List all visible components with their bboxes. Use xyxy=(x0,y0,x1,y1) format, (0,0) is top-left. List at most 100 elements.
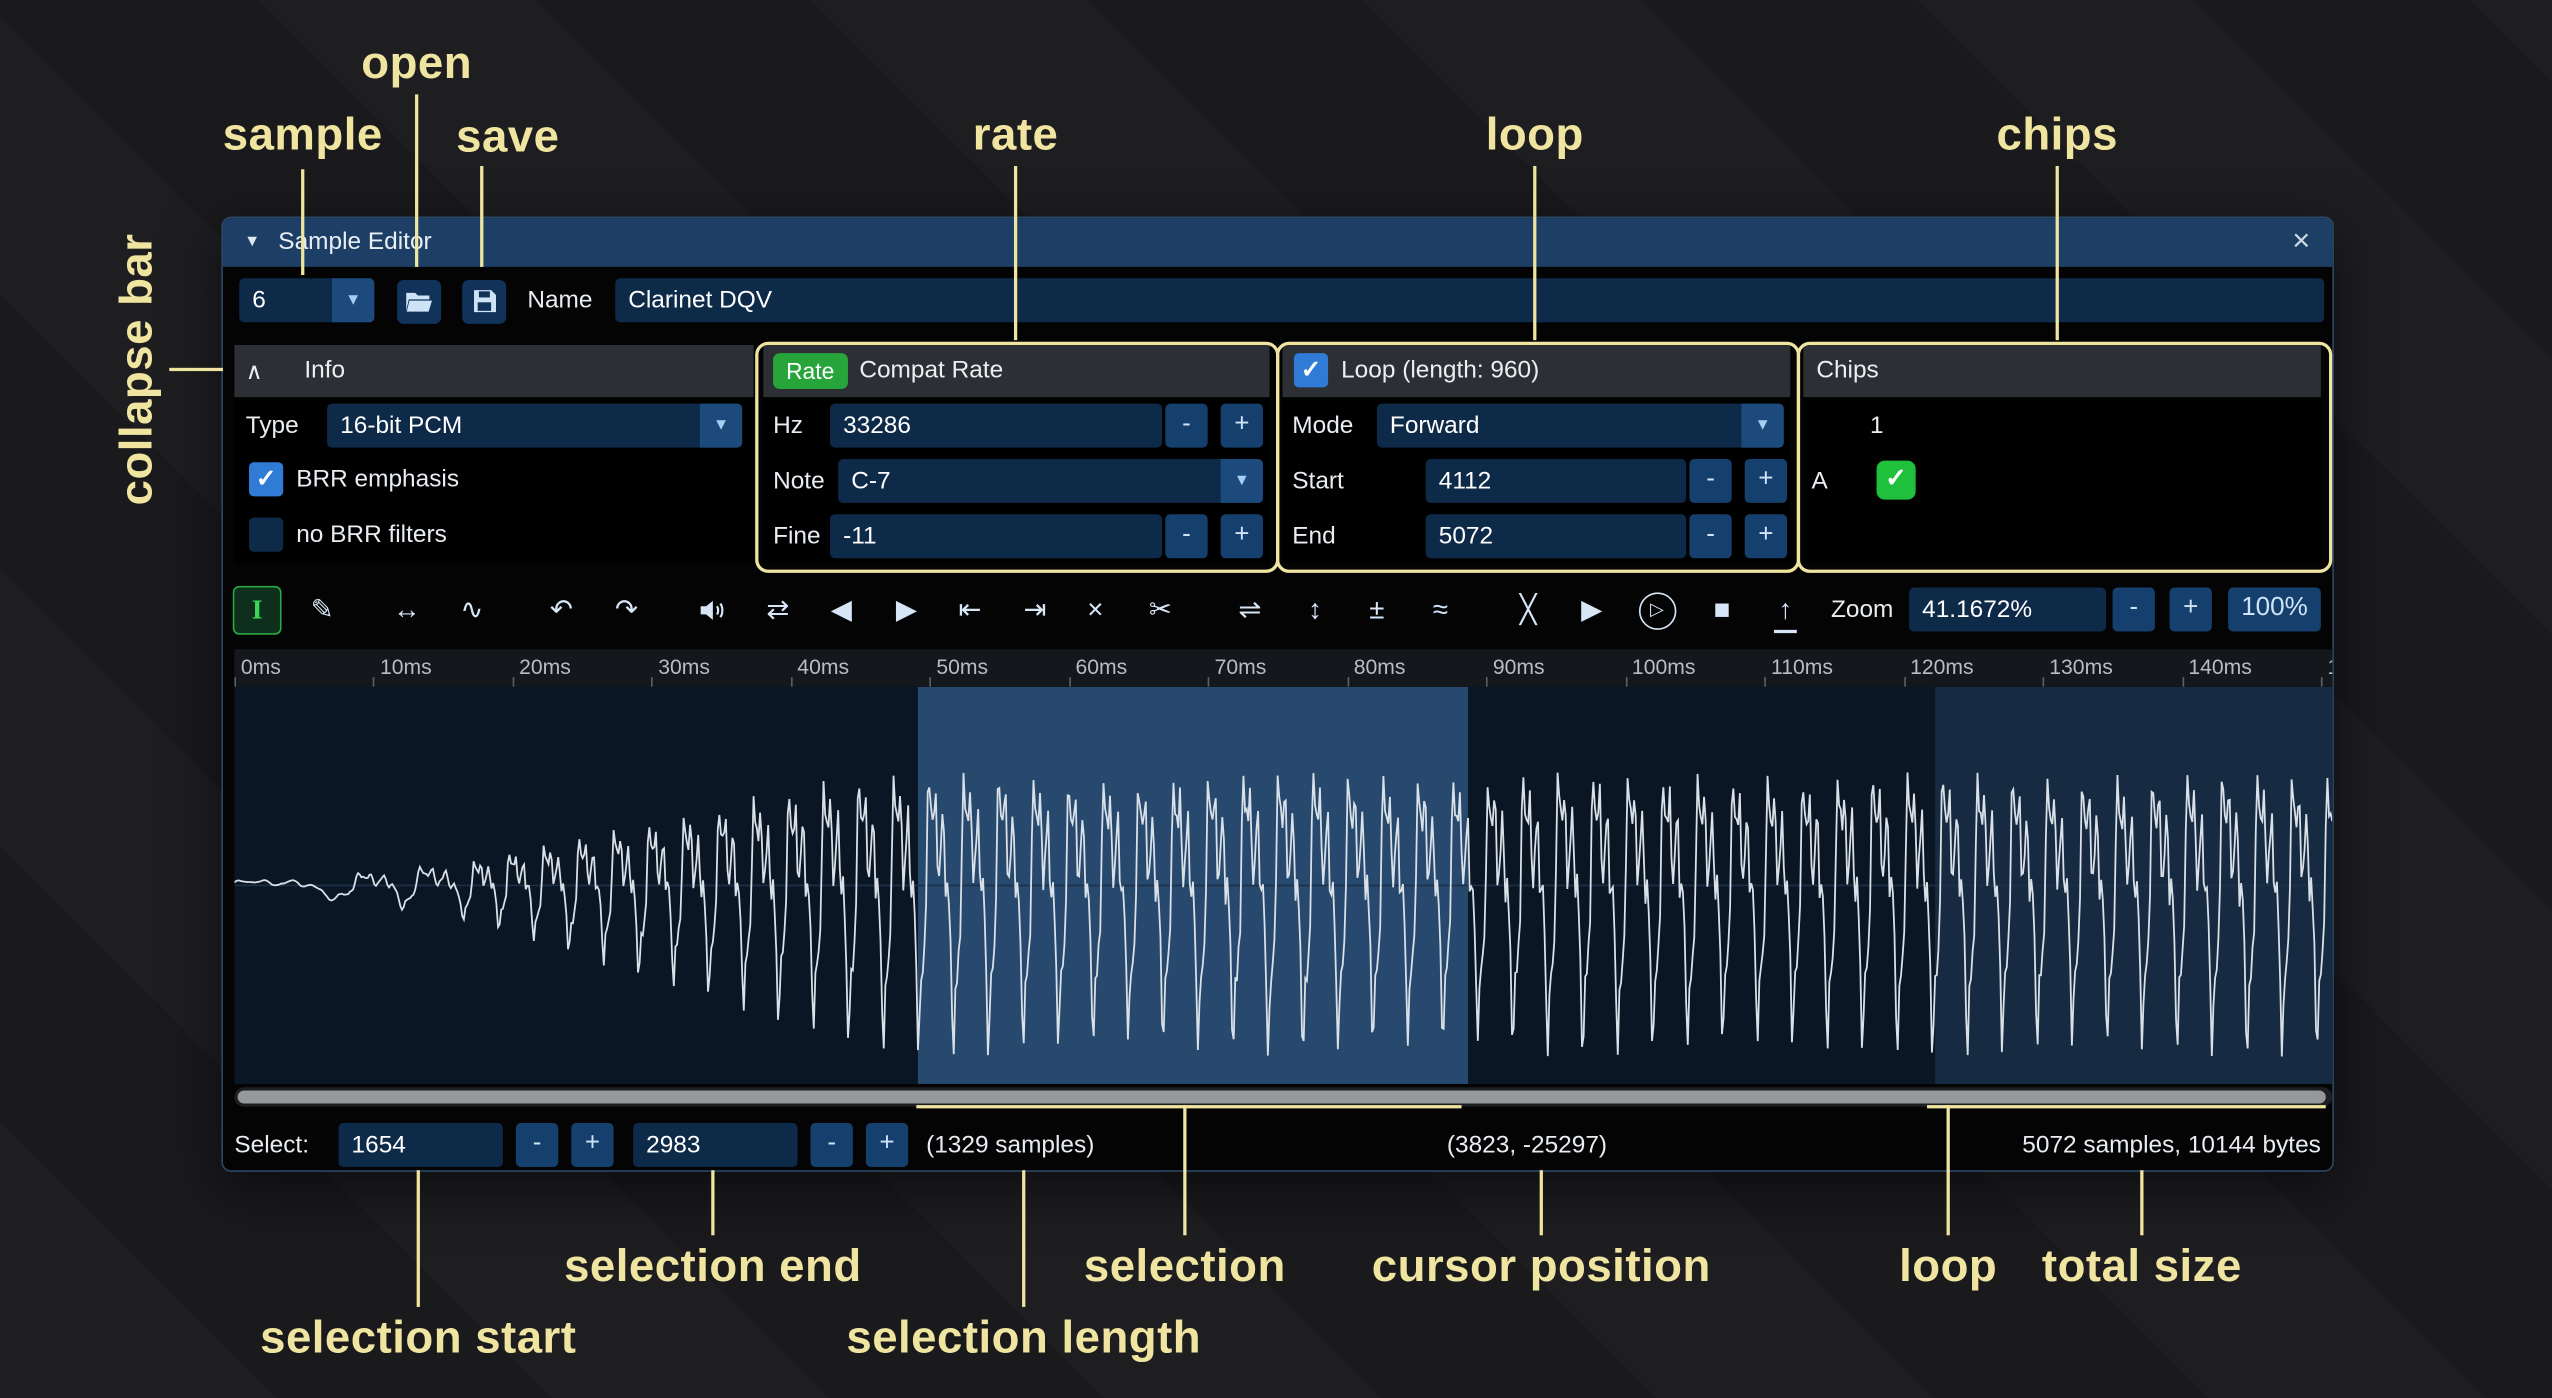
check-icon: ✓ xyxy=(1301,356,1321,384)
note-dropdown-icon[interactable]: ▼ xyxy=(1221,459,1263,503)
screenshot-root: sample open save rate loop chips collaps… xyxy=(0,0,2552,1398)
signed-invert-button[interactable]: ± xyxy=(1352,586,1401,635)
window-collapse-icon[interactable]: ▼ xyxy=(244,218,260,267)
ruler-tickmark xyxy=(513,677,515,687)
chips-panel-header xyxy=(1803,345,2321,397)
hz-input[interactable]: 33286 xyxy=(830,404,1162,448)
resize-button[interactable]: ↔ xyxy=(382,586,431,635)
ruler-tickmark xyxy=(373,677,375,687)
check-icon: ✓ xyxy=(256,465,276,493)
loop-start-plus-button[interactable]: + xyxy=(1745,459,1787,503)
annotation-loop-stem xyxy=(1947,1105,1950,1235)
zoom-reset-button[interactable]: 100% xyxy=(2228,588,2321,632)
selection-end-minus-button[interactable]: - xyxy=(811,1123,853,1167)
edit-select-button[interactable]: I xyxy=(233,586,282,635)
loop-end-input[interactable]: 5072 xyxy=(1426,514,1686,558)
upload-button[interactable]: ↑ xyxy=(1761,586,1810,635)
selection-start-input[interactable]: 1654 xyxy=(339,1123,503,1167)
ruler-tickmark xyxy=(1208,677,1210,687)
no-brr-filters-checkbox[interactable] xyxy=(249,518,283,552)
ruler-tick: 60ms xyxy=(1076,654,1128,678)
waveform-path xyxy=(234,772,2332,1056)
loop-mode-select[interactable]: Forward xyxy=(1377,404,1784,448)
preview-loop-button[interactable]: ▷ xyxy=(1632,586,1681,635)
loop-mode-dropdown-icon[interactable]: ▼ xyxy=(1741,404,1783,448)
apply-silence-button[interactable]: ⇥ xyxy=(1011,586,1060,635)
insert-silence-button[interactable]: ⇤ xyxy=(946,586,995,635)
fade-in-button[interactable]: ◀ xyxy=(817,586,866,635)
crossfade-button[interactable]: ╳ xyxy=(1504,586,1553,635)
filter-button[interactable]: ≈ xyxy=(1416,586,1465,635)
redo-button[interactable]: ↷ xyxy=(602,586,651,635)
preview-button[interactable]: ▶ xyxy=(1567,586,1616,635)
collapse-bar-icon[interactable]: ∧ xyxy=(246,345,263,397)
annotation-cursor-position-label: cursor position xyxy=(1372,1240,1711,1292)
sample-number-dropdown-icon[interactable]: ▼ xyxy=(332,278,374,322)
hz-minus-button[interactable]: - xyxy=(1165,404,1207,448)
annotation-loop-bottom-label: loop xyxy=(1899,1240,1997,1292)
speaker-icon xyxy=(697,594,730,627)
loop-start-minus-button[interactable]: - xyxy=(1689,459,1731,503)
stop-button[interactable]: ■ xyxy=(1698,586,1747,635)
zoom-in-button[interactable]: + xyxy=(2170,588,2212,632)
annotation-loop-line xyxy=(1533,166,1536,340)
loop-start-input[interactable]: 4112 xyxy=(1426,459,1686,503)
selection-start-plus-button[interactable]: + xyxy=(571,1123,613,1167)
save-sample-button[interactable] xyxy=(462,280,506,324)
annotation-total-size-line xyxy=(2140,1170,2143,1235)
zoom-input[interactable]: 41.1672% xyxy=(1909,588,2106,632)
resample-button[interactable]: ∿ xyxy=(448,586,497,635)
waveform-scrollbar-track[interactable] xyxy=(234,1087,2332,1107)
delete-button[interactable]: × xyxy=(1071,586,1120,635)
brr-emphasis-checkbox[interactable]: ✓ xyxy=(249,462,283,496)
ruler-tick: 80ms xyxy=(1354,654,1406,678)
annotation-loop-label: loop xyxy=(1486,109,1584,161)
ruler-tickmark xyxy=(2043,677,2045,687)
invert-button[interactable]: ↕ xyxy=(1291,586,1340,635)
note-select[interactable]: C-7 xyxy=(838,459,1263,503)
fine-input[interactable]: -11 xyxy=(830,514,1162,558)
ruler-tick: 20ms xyxy=(519,654,571,678)
fade-out-button[interactable]: ▶ xyxy=(882,586,931,635)
amplify-button[interactable] xyxy=(688,586,737,635)
draw-button[interactable]: ✎ xyxy=(298,586,347,635)
open-sample-button[interactable] xyxy=(397,280,441,324)
reverse-button[interactable]: ⇌ xyxy=(1226,586,1275,635)
timeline-ruler[interactable]: 0ms10ms20ms30ms40ms50ms60ms70ms80ms90ms1… xyxy=(234,649,2332,686)
ruler-tick: 110ms xyxy=(1771,654,1833,678)
annotation-selection-bracket xyxy=(916,1105,1461,1108)
ruler-tick: 150ms xyxy=(2327,654,2332,678)
annotation-selection-end-label: selection end xyxy=(564,1240,862,1292)
loop-end-minus-button[interactable]: - xyxy=(1689,514,1731,558)
compat-rate-label[interactable]: Compat Rate xyxy=(859,345,1003,397)
sample-type-select[interactable]: 16-bit PCM xyxy=(327,404,742,448)
zoom-out-button[interactable]: - xyxy=(2113,588,2155,632)
loop-enable-checkbox[interactable]: ✓ xyxy=(1294,353,1328,387)
type-dropdown-icon[interactable]: ▼ xyxy=(700,404,742,448)
annotation-chips-line xyxy=(2056,166,2059,340)
selection-start-minus-button[interactable]: - xyxy=(516,1123,558,1167)
annotation-open-line xyxy=(415,94,418,267)
fine-plus-button[interactable]: + xyxy=(1221,514,1263,558)
normalize-button[interactable]: ⇄ xyxy=(754,586,803,635)
close-icon[interactable]: × xyxy=(2283,218,2319,267)
chip-enabled-checkbox[interactable]: ✓ xyxy=(1877,461,1916,500)
annotation-selection-label: selection xyxy=(1084,1240,1286,1292)
ruler-tick: 120ms xyxy=(1910,654,1974,678)
undo-button[interactable]: ↶ xyxy=(537,586,586,635)
fine-minus-button[interactable]: - xyxy=(1165,514,1207,558)
titlebar[interactable]: ▼ Sample Editor × xyxy=(223,218,2332,267)
waveform-scrollbar-thumb[interactable] xyxy=(238,1090,2326,1103)
hz-plus-button[interactable]: + xyxy=(1221,404,1263,448)
loop-end-plus-button[interactable]: + xyxy=(1745,514,1787,558)
trim-button[interactable]: ✂ xyxy=(1136,586,1185,635)
ruler-tickmark xyxy=(1347,677,1349,687)
selection-end-input[interactable]: 2983 xyxy=(633,1123,797,1167)
ruler-tickmark xyxy=(1904,677,1906,687)
sample-name-input[interactable]: Clarinet DQV xyxy=(615,278,2324,322)
waveform-display[interactable] xyxy=(234,687,2332,1084)
rate-tag-button[interactable]: Rate xyxy=(773,353,847,389)
loop-header-label: Loop (length: 960) xyxy=(1341,345,1539,397)
selection-end-plus-button[interactable]: + xyxy=(866,1123,908,1167)
ruler-tick: 70ms xyxy=(1215,654,1267,678)
